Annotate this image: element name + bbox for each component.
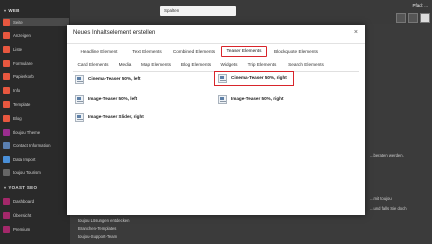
tourism-icon [3,168,10,176]
element-image-teaser-right[interactable]: Image-Teaser 50%, right [218,95,284,104]
tab-media[interactable]: Media [115,59,135,70]
view-icon [3,31,10,39]
background-text: ...beraten werden. [370,153,404,158]
background-text: toujou Lösungen entdecken [78,218,130,223]
tab-search-elements[interactable]: Search Elements [283,59,329,70]
page-view-icon[interactable] [408,13,418,23]
page-icon [3,18,10,26]
tab-blockquote-elements[interactable]: Blockquote Elements [269,46,323,57]
sidebar-item-info[interactable]: Info [3,86,69,94]
teaser-icon [75,95,84,104]
list-icon [3,45,10,53]
docheader-toolbar [396,13,430,23]
form-icon [3,59,10,67]
sidebar-item-liste[interactable]: Liste [3,45,69,53]
element-cinema-teaser-right[interactable]: Cinema-Teaser 50%, right [214,71,294,86]
element-image-teaser-slider-right[interactable]: Image-Teaser Slider, right [75,113,144,122]
path-label: Pfad: ... [412,3,428,8]
sidebar-item-blog[interactable]: Blog [3,114,69,122]
sidebar-item-uebersicht[interactable]: Übersicht [3,211,69,219]
teaser-icon [75,75,84,84]
trash-icon [3,72,10,80]
sidebar-item-seite[interactable]: Seite [3,18,69,26]
sidebar-item-premium[interactable]: Premium [3,225,69,233]
blog-icon [3,114,10,122]
sidebar-section-yoast[interactable]: ▾ YOAST SEO [4,185,37,190]
tab-card-elements[interactable]: Card Elements [73,59,113,70]
premium-icon [3,225,10,233]
chevron-down-icon: ▾ [4,185,7,190]
tab-map-elements[interactable]: Map Elements [137,59,175,70]
tab-teaser-elements[interactable]: Teaser Elements [221,46,267,57]
tab-text-elements[interactable]: Text Elements [125,46,169,57]
background-text: Branchen-Templates [78,226,117,231]
sidebar-item-formulare[interactable]: Formulare [3,59,69,67]
new-content-element-wizard: Neues Inhaltselement erstellen × Headlin… [67,25,365,215]
tab-blog-elements[interactable]: Blog Elements [177,59,215,70]
column-select[interactable]: Spalten [160,6,236,16]
tab-combined-elements[interactable]: Combined Elements [169,46,219,57]
close-icon[interactable]: × [354,29,358,37]
sidebar-item-contact-information[interactable]: Contact Information [3,141,69,149]
tab-headline-element[interactable]: Headline Element [73,46,125,57]
teaser-icon [75,113,84,122]
sidebar-item-toujou-theme[interactable]: tloujou Theme [3,128,69,136]
modal-header: Neues Inhaltselement erstellen × [67,25,365,44]
chevron-down-icon: ▾ [4,8,7,13]
theme-icon [3,128,10,136]
info-icon [3,86,10,94]
home-icon[interactable] [420,13,430,23]
docheader: Spalten Pfad: ... [70,0,432,24]
import-icon [3,155,10,163]
tab-trip-elements[interactable]: Trip Elements [243,59,281,70]
sidebar-item-dashboard[interactable]: Dashboard [3,197,69,205]
element-cinema-teaser-left[interactable]: Cinema-Teaser 50%, left [75,75,141,84]
tab-widgets[interactable]: Widgets [217,59,241,70]
sidebar-item-toujou-tourism[interactable]: toujou Tourism [3,168,69,176]
teaser-icon [218,95,227,104]
sidebar-item-template[interactable]: Template [3,100,69,108]
element-image-teaser-left[interactable]: Image-Teaser 50%, left [75,95,137,104]
sidebar-item-anzeigen[interactable]: Anzeigen [3,31,69,39]
module-sidebar: ▾ WEB Seite Anzeigen Liste Formulare Papi… [0,0,70,244]
modal-title: Neues Inhaltselement erstellen [73,30,156,36]
template-icon [3,100,10,108]
background-text: ...mit toujou [370,196,392,201]
background-text: toujou-Support-Team [78,234,118,239]
background-text: ...und falls Sie doch [370,206,407,211]
dashboard-icon [3,197,10,205]
sidebar-item-papierkorb[interactable]: Papierkorb [3,72,69,80]
contact-icon [3,141,10,149]
list-view-icon[interactable] [396,13,406,23]
overview-icon [3,211,10,219]
sidebar-item-data-import[interactable]: Data Import [3,155,69,163]
sidebar-section-web[interactable]: ▾ WEB [4,8,20,13]
teaser-icon [218,74,227,83]
